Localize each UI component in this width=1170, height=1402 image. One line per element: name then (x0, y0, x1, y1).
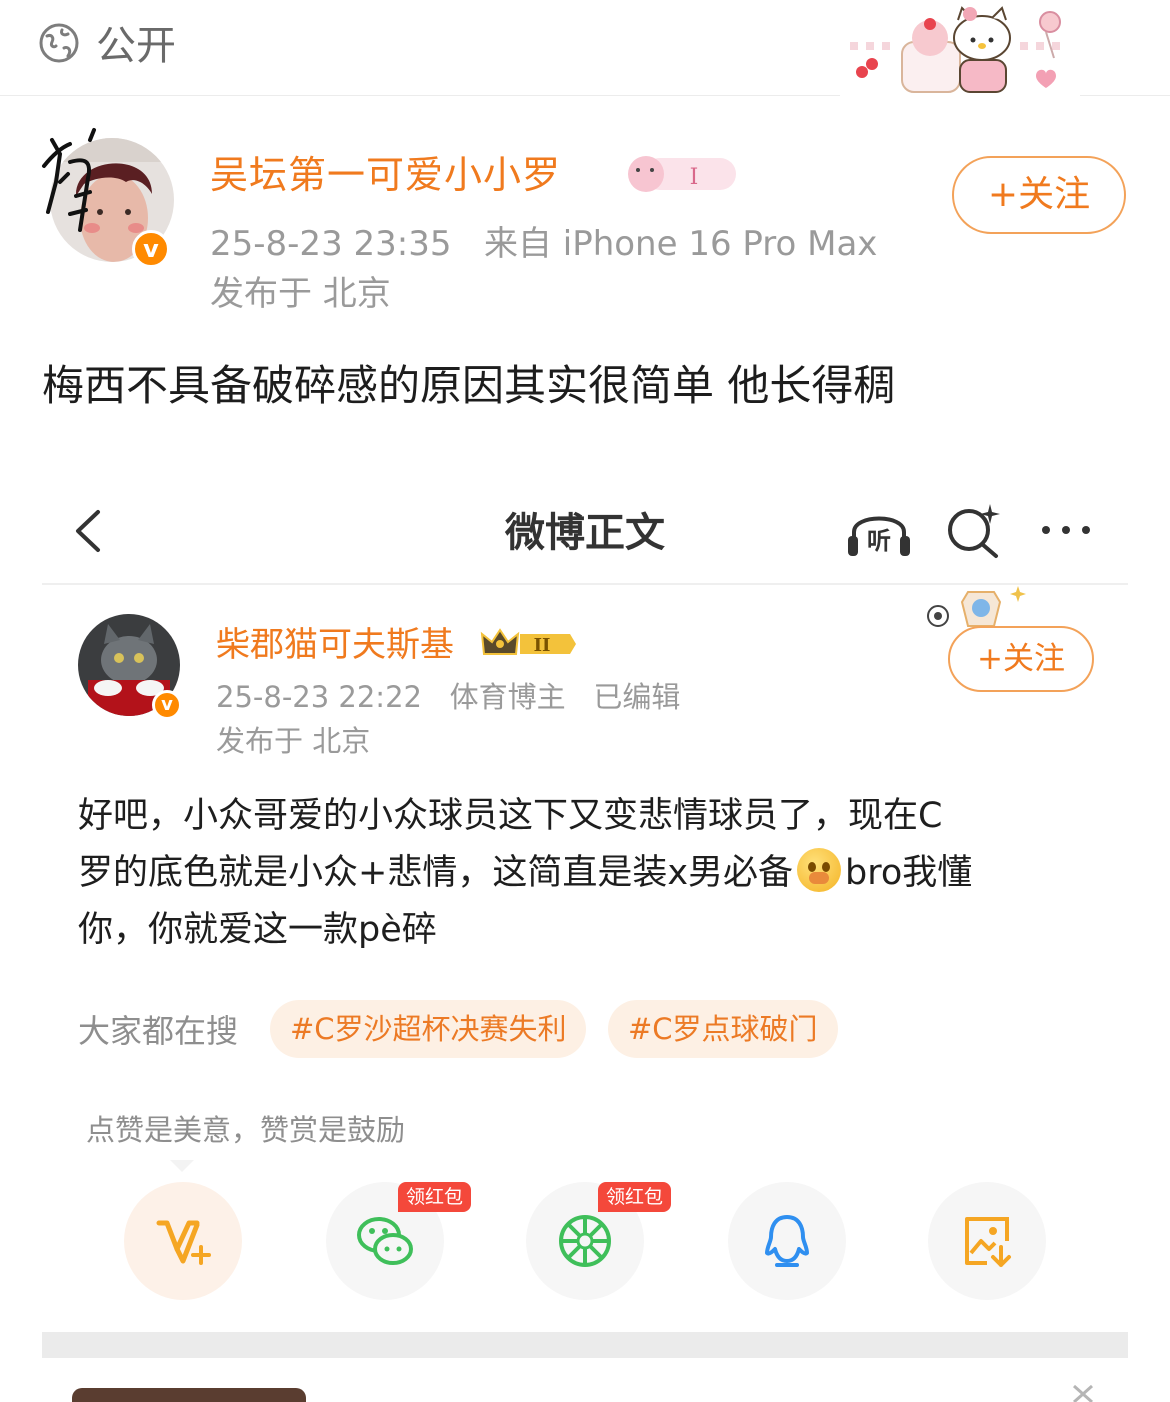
trending-search-label: 大家都在搜 (78, 1012, 239, 1050)
embedded-meta: 25-8-23 22:22 体育博主 已编辑 (216, 676, 680, 718)
trending-tag[interactable]: #C罗沙超杯决赛失利 (270, 1000, 586, 1058)
embedded-screenshot: 微博正文 听 v 柴郡猫可夫斯基 II 25-8-23 22:22 体育博主 已… (42, 470, 1128, 1402)
follow-button[interactable]: +关注 (952, 156, 1126, 234)
post-text: 梅西不具备破碎感的原因其实很简单 他长得稠 (42, 361, 896, 410)
post-line-2: 罗的底色就是小众+悲情，这简直是装x男必备 bro我懂 (78, 845, 1098, 902)
author-name[interactable]: 吴坛第一可爱小小罗 (210, 150, 561, 200)
post-source: 来自 iPhone 16 Pro Max (483, 224, 878, 264)
save-image-button[interactable] (928, 1182, 1046, 1300)
wechat-icon (357, 1217, 413, 1265)
rank-label: II (534, 635, 551, 656)
post-line-1: 好吧，小众哥爱的小众球员这下又变悲情球员了，现在C (78, 796, 943, 836)
search-icon[interactable] (944, 502, 1002, 560)
share-qq-button[interactable] (728, 1182, 846, 1300)
hint-pointer (170, 1160, 194, 1172)
post-location: 发布于 北京 (210, 274, 391, 314)
post-line-3: 你，你就爱这一款pè碎 (78, 910, 437, 950)
reward-icon (156, 1220, 211, 1265)
verified-badge: v (132, 230, 170, 268)
visibility-label[interactable]: 公开 (96, 20, 176, 72)
crown-rank-icon: II (480, 628, 576, 656)
close-icon[interactable] (1068, 1382, 1098, 1402)
embedded-time: 25-8-23 22:22 (216, 680, 422, 714)
post-line-2b: bro我懂 (845, 853, 973, 893)
like-hint: 点赞是美意，赞赏是鼓励 (86, 1113, 406, 1147)
crying-emoji-icon (797, 848, 842, 892)
more-icon[interactable] (1038, 510, 1094, 550)
post-line-2a: 罗的底色就是小众+悲情，这简直是装x男必备 (78, 853, 794, 893)
moments-icon (559, 1215, 611, 1267)
embedded-role: 体育博主 (449, 680, 566, 714)
post-time-source: 25-8-23 23:35 来自 iPhone 16 Pro Max (210, 222, 877, 266)
hello-kitty-sticker (840, 2, 1080, 98)
red-packet-badge: 领红包 (598, 1182, 672, 1212)
next-item-thumbnail[interactable] (72, 1388, 306, 1402)
section-separator (42, 1332, 1128, 1358)
trending-tag[interactable]: #C罗点球破门 (608, 1000, 838, 1058)
post-time: 25-8-23 23:35 (210, 224, 452, 264)
badge-decoration (927, 586, 1026, 627)
embedded-location: 发布于 北京 (216, 724, 371, 758)
svg-text:I: I (690, 165, 699, 190)
listen-label: 听 (867, 527, 891, 555)
edited-label[interactable]: 已编辑 (593, 680, 680, 714)
embedded-follow-button[interactable]: +关注 (948, 626, 1094, 692)
embedded-author-name[interactable]: 柴郡猫可夫斯基 (216, 622, 454, 668)
save-image-icon (965, 1217, 1011, 1267)
top-bar: 公开 (0, 0, 1170, 98)
listen-icon[interactable]: 听 (846, 502, 912, 560)
reward-button[interactable] (124, 1182, 242, 1300)
red-packet-badge: 领红包 (398, 1182, 472, 1212)
globe-icon (39, 23, 79, 63)
member-badge-icon: I (628, 156, 736, 192)
embedded-verified-badge: v (152, 690, 182, 720)
qq-icon (765, 1215, 809, 1267)
embedded-post-text: 好吧，小众哥爱的小众球员这下又变悲情球员了，现在C 罗的底色就是小众+悲情，这简… (78, 788, 1098, 959)
